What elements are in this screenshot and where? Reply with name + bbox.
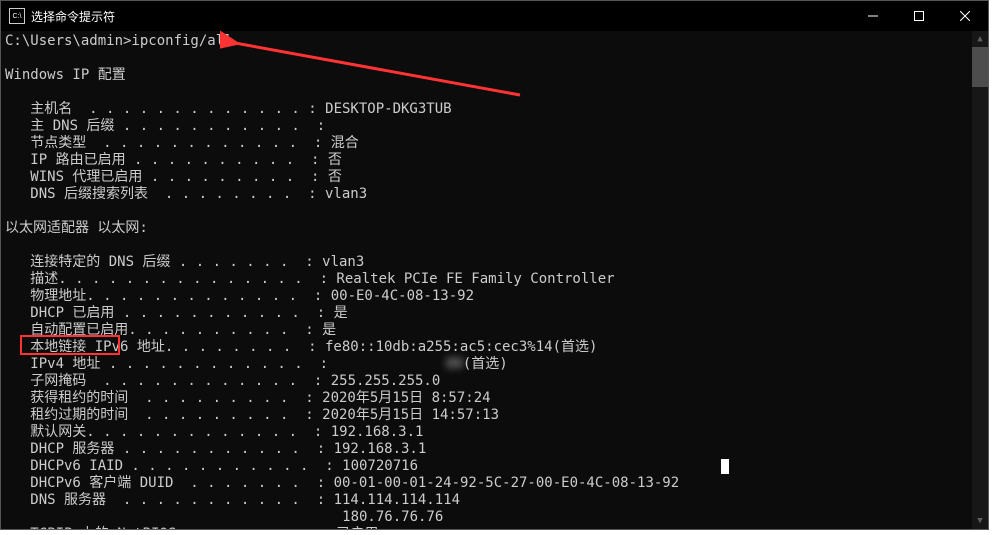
connection-dns-line: 连接特定的 DNS 后缀 . . . . . . . : vlan3 — [5, 254, 364, 270]
scroll-down-arrow-icon[interactable]: ▼ — [972, 513, 988, 529]
netbios-line: TCPIP 上的 NetBIOS . . . . . . . : 已启用 — [5, 526, 378, 529]
maximize-button[interactable] — [896, 1, 942, 31]
prompt-line: C:\Users\admin>ipconfig/all — [5, 33, 233, 49]
lease-expires-line: 租约过期的时间 . . . . . . . . . : 2020年5月15日 1… — [5, 407, 499, 423]
host-name-line: 主机名 . . . . . . . . . . . . . : DESKTOP-… — [5, 101, 452, 117]
close-button[interactable] — [942, 1, 988, 31]
ip-config-header: Windows IP 配置 — [5, 67, 126, 83]
cmd-icon: C:\ — [9, 8, 25, 24]
lease-obtained-line: 获得租约的时间 . . . . . . . . . : 2020年5月15日 8… — [5, 390, 491, 406]
ip-routing-line: IP 路由已启用 . . . . . . . . . . : 否 — [5, 152, 342, 168]
dhcpv6-iaid-line: DHCPv6 IAID . . . . . . . . . . . : 1007… — [5, 458, 729, 474]
wins-proxy-line: WINS 代理已启用 . . . . . . . . . : 否 — [5, 169, 342, 185]
ipv6-address-line: 本地链接 IPv6 地址. . . . . . . . : fe80::10db… — [5, 339, 597, 355]
vertical-scrollbar[interactable]: ▲ ▼ — [972, 31, 988, 529]
ipv4-suffix: (首选) — [463, 356, 508, 372]
window-title: 选择命令提示符 — [31, 8, 115, 25]
terminal-output[interactable]: C:\Users\admin>ipconfig/all Windows IP 配… — [1, 31, 972, 529]
dns-search-list-line: DNS 后缀搜索列表 . . . . . . . . : vlan3 — [5, 186, 367, 202]
title-bar[interactable]: C:\ 选择命令提示符 — [1, 1, 988, 31]
ipv4-address-line: IPv4 地址 . . . . . . . . . . . . : 00(首选) — [5, 356, 508, 372]
dhcpv6-duid-line: DHCPv6 客户端 DUID . . . . . . . : 00-01-00… — [5, 475, 679, 491]
command-prompt-window: C:\ 选择命令提示符 C:\Users\admin>ipconfig/all … — [0, 0, 989, 530]
autoconfig-line: 自动配置已启用. . . . . . . . . . : 是 — [5, 322, 336, 338]
ipv4-label: IPv4 地址 . . . . . . . . . . . . : — [5, 356, 336, 372]
dns-server-line: DNS 服务器 . . . . . . . . . . . : 114.114.… — [5, 492, 460, 508]
adapter-header: 以太网适配器 以太网: — [5, 220, 148, 236]
node-type-line: 节点类型 . . . . . . . . . . . . : 混合 — [5, 135, 359, 151]
default-gateway-line: 默认网关. . . . . . . . . . . . . : 192.168.… — [5, 424, 423, 440]
physical-address-line: 物理地址. . . . . . . . . . . . . : 00-E0-4C… — [5, 288, 474, 304]
text-cursor — [721, 459, 729, 474]
scroll-up-arrow-icon[interactable]: ▲ — [972, 31, 988, 47]
scroll-thumb[interactable] — [972, 47, 988, 87]
primary-dns-suffix-line: 主 DNS 后缀 . . . . . . . . . . . : — [5, 118, 325, 134]
content-area: C:\Users\admin>ipconfig/all Windows IP 配… — [1, 31, 988, 529]
ipv4-value-masked: 00 — [336, 356, 462, 372]
subnet-mask-line: 子网掩码 . . . . . . . . . . . . : 255.255.2… — [5, 373, 440, 389]
dhcp-server-line: DHCP 服务器 . . . . . . . . . . . : 192.168… — [5, 441, 426, 457]
dhcp-enabled-line: DHCP 已启用 . . . . . . . . . . . : 是 — [5, 305, 348, 321]
dns-server-line-2: 180.76.76.76 — [5, 509, 443, 525]
description-line: 描述. . . . . . . . . . . . . . . : Realte… — [5, 271, 615, 287]
iaid-text: DHCPv6 IAID . . . . . . . . . . . : 1007… — [5, 458, 418, 474]
minimize-button[interactable] — [850, 1, 896, 31]
